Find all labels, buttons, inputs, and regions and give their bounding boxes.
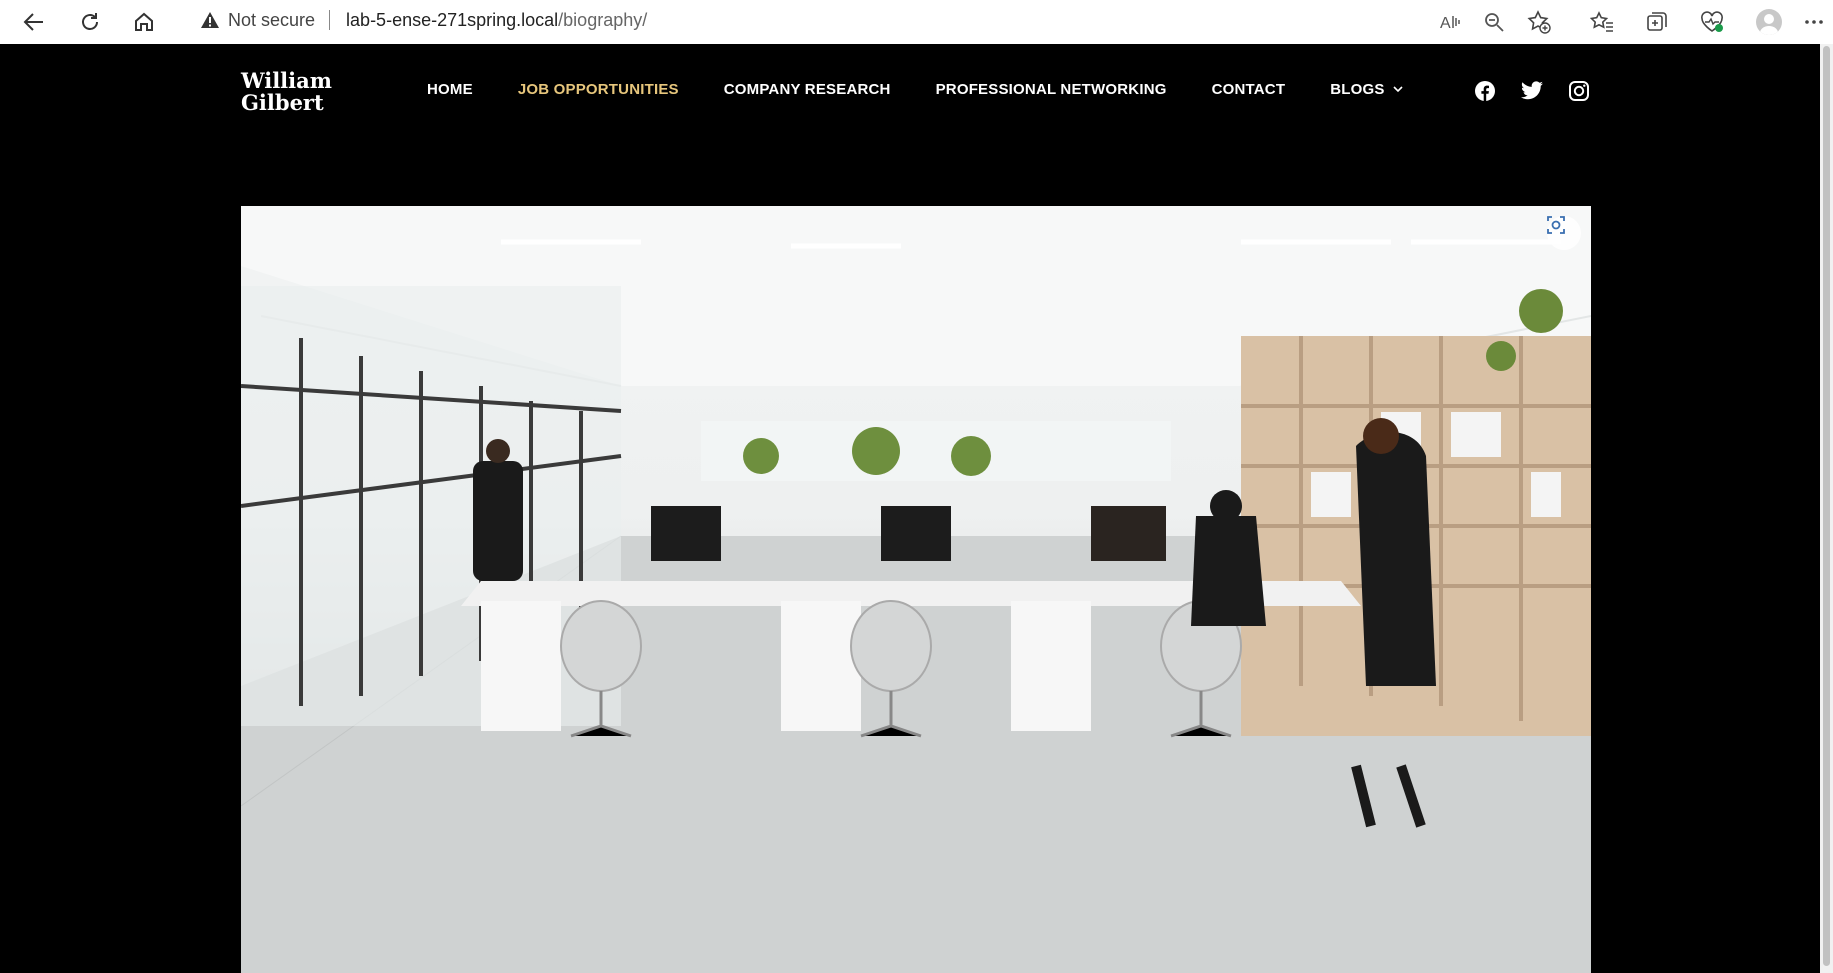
- nav-contact[interactable]: CONTACT: [1212, 81, 1286, 98]
- warning-icon[interactable]: [200, 11, 220, 29]
- nav-professional-networking[interactable]: PROFESSIONAL NETWORKING: [936, 81, 1167, 98]
- hero-office-image: [241, 206, 1591, 973]
- logo-line-1: William: [241, 68, 332, 93]
- nav-blogs-label: BLOGS: [1330, 81, 1385, 98]
- back-arrow-icon: [23, 13, 43, 31]
- browser-toolbar: Not secure lab-5-ense-271spring.local/bi…: [0, 0, 1833, 44]
- url-path: /biography/: [558, 9, 648, 30]
- profile-button[interactable]: [1753, 6, 1785, 38]
- address-bar[interactable]: Not secure lab-5-ense-271spring.local/bi…: [180, 2, 1560, 38]
- twitter-icon[interactable]: [1520, 79, 1544, 103]
- url-text[interactable]: lab-5-ense-271spring.local/biography/: [346, 10, 647, 31]
- zoom-out-icon: [1485, 13, 1504, 32]
- security-label[interactable]: Not secure: [228, 10, 315, 31]
- heart-pulse-icon: [1701, 11, 1723, 32]
- instagram-icon[interactable]: [1567, 79, 1591, 103]
- office-illustration: [241, 206, 1591, 973]
- read-aloud-icon: A: [1440, 15, 1460, 32]
- star-add-icon: [1527, 10, 1551, 34]
- url-host: lab-5-ense-271spring.local: [346, 9, 559, 30]
- facebook-icon[interactable]: [1473, 79, 1497, 103]
- reload-button[interactable]: [74, 6, 106, 38]
- chevron-down-icon: [1392, 86, 1403, 93]
- nav-blogs[interactable]: BLOGS: [1330, 81, 1403, 98]
- back-button[interactable]: [18, 6, 50, 38]
- main-nav: HOME JOB OPPORTUNITIES COMPANY RESEARCH …: [427, 81, 1448, 98]
- address-separator: [329, 10, 331, 30]
- scrollbar-thumb[interactable]: [1823, 46, 1830, 966]
- avatar: [1756, 9, 1782, 35]
- zoom-button[interactable]: [1478, 6, 1510, 38]
- nav-job-opportunities[interactable]: JOB OPPORTUNITIES: [518, 81, 679, 98]
- more-dots-icon: [1805, 20, 1823, 24]
- browser-essentials-button[interactable]: [1696, 6, 1728, 38]
- page-scrollbar[interactable]: [1820, 44, 1833, 973]
- add-favorite-button[interactable]: [1523, 6, 1555, 38]
- read-aloud-button[interactable]: A: [1434, 6, 1466, 38]
- svg-text:A: A: [1440, 15, 1451, 32]
- home-icon: [135, 12, 153, 31]
- favorites-button[interactable]: [1586, 6, 1618, 38]
- reload-icon: [82, 13, 98, 30]
- social-links: [1473, 79, 1614, 103]
- collections-button[interactable]: [1641, 6, 1673, 38]
- favorites-icon: [1590, 11, 1613, 32]
- collections-icon: [1647, 12, 1667, 31]
- visual-search-button[interactable]: [1547, 216, 1581, 250]
- visual-search-icon: [1547, 216, 1565, 234]
- nav-home[interactable]: HOME: [427, 81, 473, 98]
- more-button[interactable]: [1798, 6, 1830, 38]
- nav-company-research[interactable]: COMPANY RESEARCH: [724, 81, 891, 98]
- logo-line-2: Gilbert: [241, 90, 324, 115]
- home-button[interactable]: [128, 6, 160, 38]
- site-logo[interactable]: William Gilbert: [241, 70, 332, 114]
